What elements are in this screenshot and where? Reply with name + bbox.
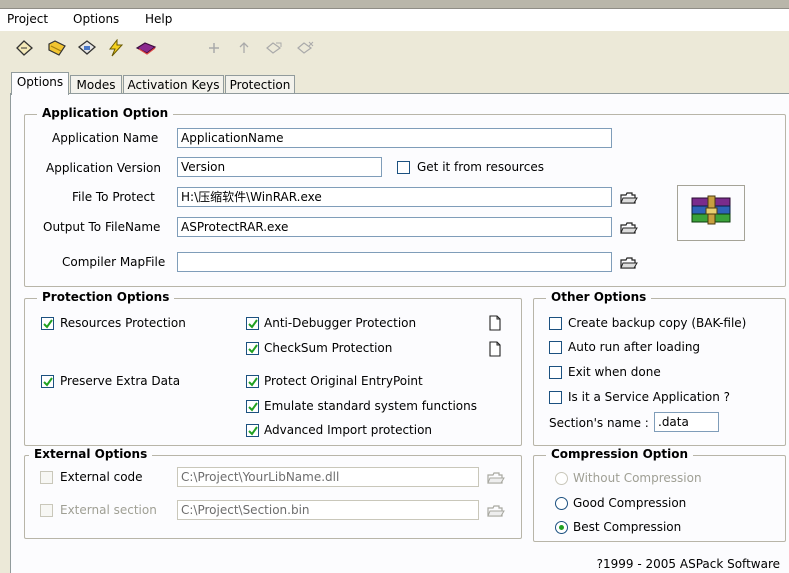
add-icon [203, 37, 225, 59]
auto-run-checkbox[interactable] [549, 341, 562, 354]
file-to-protect-field[interactable]: H:\压缩软件\WinRAR.exe [177, 187, 612, 207]
without-compression-radio[interactable] [555, 472, 568, 485]
protection-options-title: Protection Options [37, 290, 175, 304]
page-icon[interactable] [488, 315, 506, 331]
application-name-label: Application Name [52, 131, 159, 145]
protect-entrypoint-checkbox[interactable] [246, 375, 259, 388]
preserve-extra-data-checkbox[interactable] [41, 375, 54, 388]
external-code-field[interactable]: C:\Project\YourLibName.dll [177, 467, 479, 487]
best-compression-label: Best Compression [573, 520, 682, 534]
remove-icon [233, 37, 255, 59]
title-strip [0, 0, 789, 9]
service-application-checkbox[interactable] [549, 391, 562, 404]
tab-options[interactable]: Options [11, 72, 69, 95]
toolbar [0, 31, 789, 65]
external-code-checkbox[interactable] [40, 471, 53, 484]
emulate-functions-checkbox[interactable] [246, 400, 259, 413]
resources-protection-label: Resources Protection [60, 316, 186, 330]
output-filename-field[interactable]: ASProtectRAR.exe [177, 217, 612, 237]
anti-debugger-label: Anti-Debugger Protection [264, 316, 417, 330]
tab-protection[interactable]: Protection [225, 75, 295, 94]
import-icon [263, 37, 285, 59]
menu-options[interactable]: Options [73, 12, 119, 26]
checksum-checkbox[interactable] [246, 342, 259, 355]
application-option-title: Application Option [37, 106, 174, 120]
protect-entrypoint-label: Protect Original EntryPoint [264, 374, 423, 388]
good-compression-radio[interactable] [555, 497, 568, 510]
external-section-checkbox[interactable] [40, 504, 53, 517]
browse-folder-icon [487, 503, 505, 519]
protect-icon[interactable] [105, 37, 127, 59]
page-icon[interactable] [488, 341, 506, 357]
resources-protection-checkbox[interactable] [41, 317, 54, 330]
compiler-mapfile-field[interactable] [177, 252, 612, 272]
external-code-label: External code [60, 470, 143, 484]
save-icon[interactable] [76, 37, 98, 59]
best-compression-radio[interactable] [555, 521, 568, 534]
exit-when-done-checkbox[interactable] [549, 366, 562, 379]
preserve-extra-data-label: Preserve Extra Data [60, 374, 181, 388]
winrar-logo-icon [677, 185, 745, 241]
emulate-functions-label: Emulate standard system functions [264, 399, 477, 413]
new-icon[interactable] [14, 37, 36, 59]
advanced-import-checkbox[interactable] [246, 424, 259, 437]
browse-folder-icon[interactable] [620, 190, 638, 206]
book-icon[interactable] [135, 37, 157, 59]
output-filename-label: Output To FileName [43, 220, 161, 234]
application-version-field[interactable]: Version [177, 157, 382, 177]
section-name-label: Section's name : [549, 416, 649, 430]
exit-when-done-label: Exit when done [568, 365, 661, 379]
backup-copy-checkbox[interactable] [549, 317, 562, 330]
application-name-field[interactable]: ApplicationName [177, 128, 612, 148]
compression-option-title: Compression Option [546, 447, 693, 461]
tab-modes[interactable]: Modes [70, 75, 122, 94]
menu-bar: Project Options Help [0, 9, 789, 31]
file-to-protect-label: File To Protect [72, 190, 155, 204]
section-name-field[interactable]: .data [654, 412, 719, 432]
get-from-resources-checkbox[interactable] [397, 161, 410, 174]
get-from-resources-label: Get it from resources [417, 160, 544, 174]
service-application-label: Is it a Service Application ? [568, 390, 731, 404]
menu-help[interactable]: Help [145, 12, 172, 26]
good-compression-label: Good Compression [573, 496, 687, 510]
advanced-import-label: Advanced Import protection [264, 423, 433, 437]
compiler-mapfile-label: Compiler MapFile [62, 255, 166, 269]
anti-debugger-checkbox[interactable] [246, 317, 259, 330]
external-options-group: External Options External code C:\Projec… [24, 447, 522, 539]
compression-option-group: Compression Option Without Compression G… [533, 447, 786, 542]
open-icon[interactable] [46, 37, 68, 59]
tab-activation-keys[interactable]: Activation Keys [123, 75, 224, 94]
other-options-group: Other Options Create backup copy (BAK-fi… [533, 290, 786, 446]
auto-run-label: Auto run after loading [568, 340, 701, 354]
external-section-label: External section [60, 503, 157, 517]
external-options-title: External Options [29, 447, 153, 461]
other-options-title: Other Options [546, 290, 652, 304]
protection-options-group: Protection Options Resources Protection … [24, 290, 522, 446]
browse-folder-icon[interactable] [620, 255, 638, 271]
checksum-label: CheckSum Protection [264, 341, 393, 355]
external-section-field[interactable]: C:\Project\Section.bin [177, 500, 479, 520]
browse-folder-icon[interactable] [620, 220, 638, 236]
application-version-label: Application Version [46, 161, 161, 175]
backup-copy-label: Create backup copy (BAK-file) [568, 316, 747, 330]
menu-project[interactable]: Project [7, 12, 48, 26]
without-compression-label: Without Compression [573, 471, 702, 485]
application-option-group: Application Option Application Name Appl… [24, 106, 786, 287]
export-icon [294, 37, 316, 59]
copyright-footer: ?1999 - 2005 ASPack Software [596, 557, 780, 571]
browse-folder-icon [487, 470, 505, 486]
options-panel: Application Option Application Name Appl… [10, 93, 789, 573]
